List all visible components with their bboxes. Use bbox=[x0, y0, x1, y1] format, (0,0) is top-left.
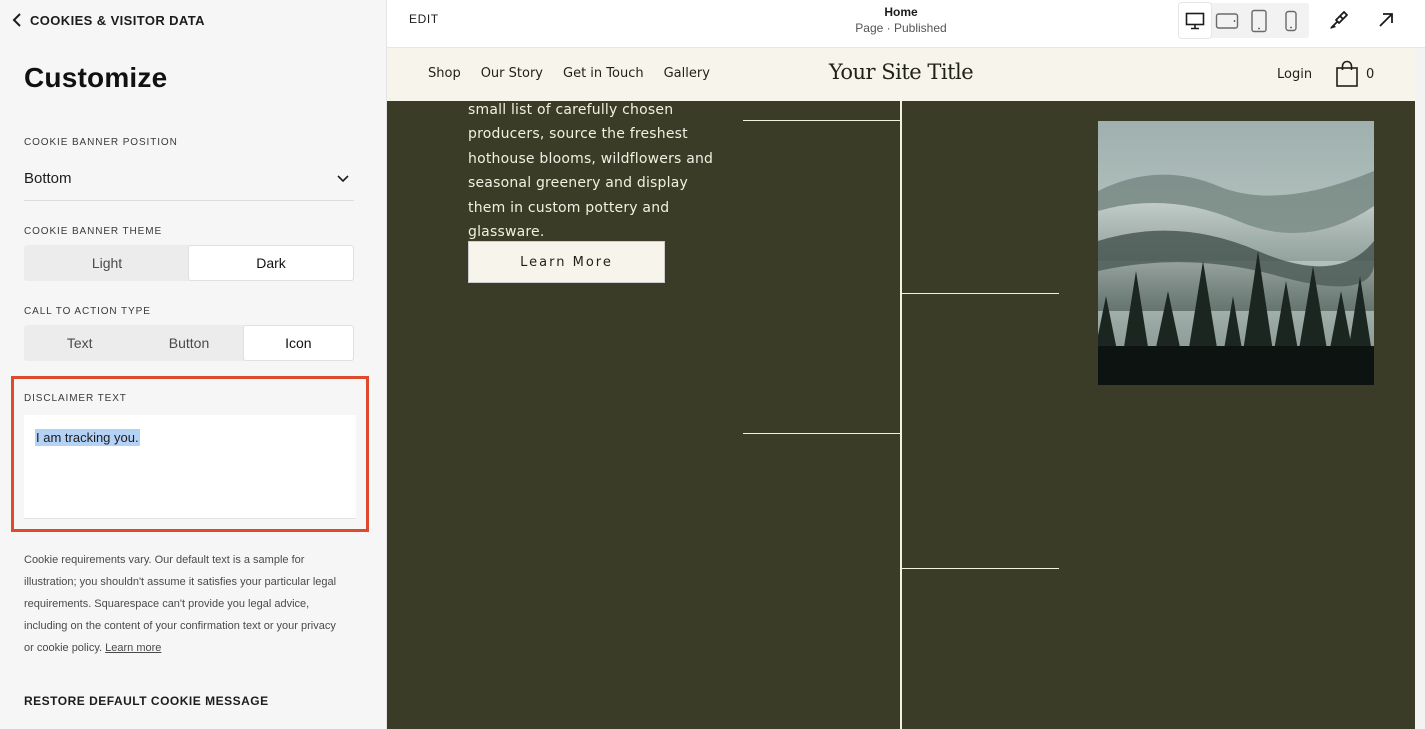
learn-more-button[interactable]: Learn More bbox=[468, 241, 665, 283]
theme-option-light[interactable]: Light bbox=[25, 246, 189, 280]
disclaimer-label: DISCLAIMER TEXT bbox=[24, 393, 127, 404]
misty-forest-image bbox=[1098, 121, 1374, 385]
site-preview: Shop Our Story Get in Touch Gallery Your… bbox=[387, 48, 1415, 729]
nav-item-gallery[interactable]: Gallery bbox=[664, 66, 710, 81]
page-name: Home bbox=[884, 5, 918, 19]
nav-item-our-story[interactable]: Our Story bbox=[481, 66, 543, 81]
site-title-text: Your Site Title bbox=[828, 60, 974, 84]
back-link-label: COOKIES & VISITOR DATA bbox=[30, 12, 205, 28]
cookie-requirements-note: Cookie requirements vary. Our default te… bbox=[24, 549, 344, 659]
cta-type-label: CALL TO ACTION TYPE bbox=[24, 306, 151, 317]
horizontal-divider bbox=[743, 433, 900, 434]
desktop-icon[interactable] bbox=[1179, 3, 1211, 38]
arrow-up-right-icon[interactable] bbox=[1374, 8, 1398, 32]
chevron-left-icon bbox=[10, 10, 24, 30]
chevron-down-icon bbox=[336, 171, 350, 185]
disclaimer-textarea[interactable]: I am tracking you. bbox=[24, 415, 356, 519]
panel-title: Customize bbox=[24, 62, 168, 93]
disclaimer-text-value: I am tracking you. bbox=[35, 429, 140, 446]
cart-count: 0 bbox=[1366, 67, 1375, 82]
learn-more-link[interactable]: Learn more bbox=[105, 642, 161, 654]
preview-scrollbar[interactable] bbox=[1415, 48, 1425, 729]
theme-option-dark[interactable]: Dark bbox=[189, 246, 353, 280]
tablet-landscape-icon[interactable] bbox=[1211, 3, 1243, 38]
horizontal-divider bbox=[902, 293, 1059, 294]
editor-toolbar: EDIT Home Page · Published bbox=[387, 0, 1425, 48]
nav-item-shop[interactable]: Shop bbox=[428, 66, 461, 81]
banner-position-value: Bottom bbox=[24, 169, 72, 187]
site-header: Shop Our Story Get in Touch Gallery Your… bbox=[387, 48, 1415, 101]
cta-option-button[interactable]: Button bbox=[134, 326, 243, 360]
page-status: Page · Published bbox=[855, 21, 947, 35]
cta-option-text[interactable]: Text bbox=[25, 326, 134, 360]
banner-position-select[interactable]: Bottom bbox=[24, 160, 354, 201]
horizontal-divider bbox=[743, 120, 900, 121]
cta-type-toggle: Text Button Icon bbox=[24, 325, 354, 361]
banner-position-label: COOKIE BANNER POSITION bbox=[24, 137, 178, 148]
note-text: Cookie requirements vary. Our default te… bbox=[24, 554, 337, 654]
banner-theme-toggle: Light Dark bbox=[24, 245, 354, 281]
mobile-icon[interactable] bbox=[1275, 3, 1307, 38]
disclaimer-section: DISCLAIMER TEXT I am tracking you. bbox=[11, 376, 369, 532]
banner-theme-label: COOKIE BANNER THEME bbox=[24, 226, 163, 237]
vertical-divider bbox=[900, 101, 902, 729]
shopping-bag-icon[interactable] bbox=[1335, 60, 1359, 88]
paintbrush-icon[interactable] bbox=[1327, 8, 1351, 32]
device-switcher bbox=[1179, 3, 1309, 38]
restore-default-button[interactable]: RESTORE DEFAULT COOKIE MESSAGE bbox=[24, 694, 269, 708]
intro-paragraph: small list of carefully chosen producers… bbox=[468, 102, 714, 241]
nav-item-get-in-touch[interactable]: Get in Touch bbox=[563, 66, 644, 81]
edit-button[interactable]: EDIT bbox=[409, 12, 439, 26]
tablet-portrait-icon[interactable] bbox=[1243, 3, 1275, 38]
cta-option-icon[interactable]: Icon bbox=[243, 326, 353, 360]
login-link[interactable]: Login bbox=[1277, 67, 1312, 82]
back-link[interactable]: COOKIES & VISITOR DATA bbox=[10, 10, 205, 30]
site-nav: Shop Our Story Get in Touch Gallery bbox=[428, 66, 730, 81]
customize-panel: COOKIES & VISITOR DATA Customize COOKIE … bbox=[0, 0, 387, 729]
horizontal-divider bbox=[902, 568, 1059, 569]
